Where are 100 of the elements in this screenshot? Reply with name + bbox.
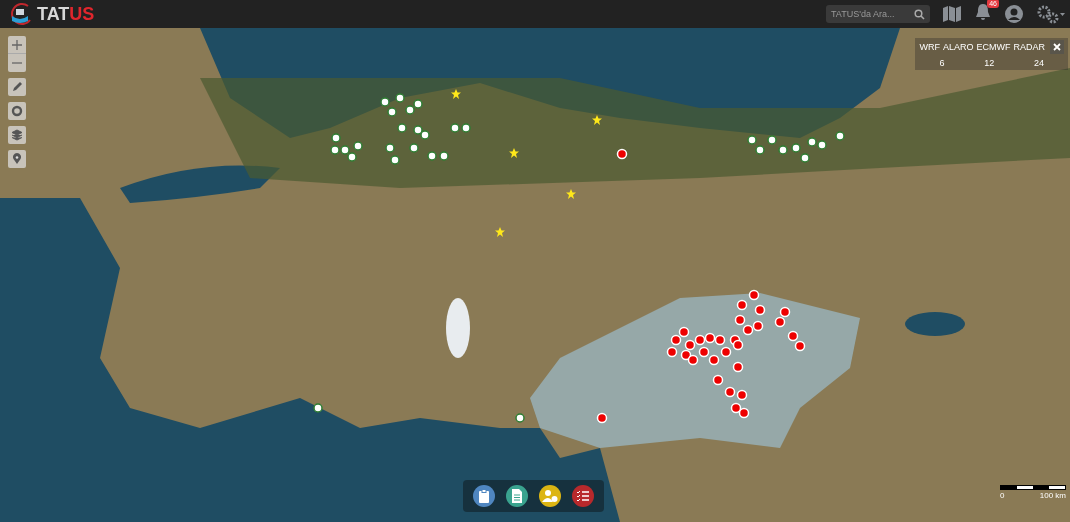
checklist-button[interactable] xyxy=(572,485,594,507)
star-marker[interactable] xyxy=(451,89,461,99)
layers-icon xyxy=(11,129,23,141)
station-marker[interactable] xyxy=(313,403,323,413)
user-button[interactable] xyxy=(539,485,561,507)
alert-marker[interactable] xyxy=(742,324,754,336)
user-icon xyxy=(542,489,558,503)
model-tab[interactable]: ECMWF xyxy=(976,42,1011,52)
alert-marker[interactable] xyxy=(732,361,744,373)
location-pin-button[interactable] xyxy=(8,150,26,168)
star-marker[interactable] xyxy=(566,189,576,199)
alert-marker[interactable] xyxy=(736,389,748,401)
close-icon xyxy=(1053,43,1061,51)
target-button[interactable] xyxy=(8,102,26,120)
map-view[interactable]: WRF ALARO ECMWF RADAR 6 12 24 0 100 km xyxy=(0,28,1070,522)
star-marker[interactable] xyxy=(495,227,505,237)
station-marker[interactable] xyxy=(395,93,405,103)
alert-marker[interactable] xyxy=(670,334,682,346)
station-marker[interactable] xyxy=(427,151,437,161)
station-marker[interactable] xyxy=(767,135,777,145)
plus-icon xyxy=(11,38,23,51)
station-marker[interactable] xyxy=(439,151,449,161)
station-marker[interactable] xyxy=(515,413,525,423)
station-marker[interactable] xyxy=(450,123,460,133)
alert-marker[interactable] xyxy=(684,339,696,351)
alert-marker[interactable] xyxy=(779,306,791,318)
model-tab[interactable]: RADAR xyxy=(1013,42,1045,52)
station-marker[interactable] xyxy=(755,145,765,155)
settings-icon[interactable] xyxy=(1036,4,1066,24)
station-marker[interactable] xyxy=(791,143,801,153)
alert-marker[interactable] xyxy=(712,374,724,386)
map-icon[interactable] xyxy=(942,5,962,23)
alert-marker[interactable] xyxy=(748,289,760,301)
model-tab[interactable]: ALARO xyxy=(942,42,974,52)
station-marker[interactable] xyxy=(778,145,788,155)
alert-marker[interactable] xyxy=(666,346,678,358)
station-marker[interactable] xyxy=(330,145,340,155)
alert-marker[interactable] xyxy=(680,349,692,361)
document-button[interactable] xyxy=(506,485,528,507)
station-marker[interactable] xyxy=(331,133,341,143)
hour-step[interactable]: 24 xyxy=(1034,58,1045,68)
alert-marker[interactable] xyxy=(698,346,710,358)
checklist-icon xyxy=(576,490,590,502)
alert-marker[interactable] xyxy=(774,316,786,328)
station-marker[interactable] xyxy=(409,143,419,153)
station-marker[interactable] xyxy=(347,152,357,162)
station-marker[interactable] xyxy=(835,131,845,141)
star-marker[interactable] xyxy=(509,148,519,158)
layers-button[interactable] xyxy=(8,126,26,144)
alert-marker[interactable] xyxy=(724,386,736,398)
star-marker[interactable] xyxy=(592,115,602,125)
pencil-button[interactable] xyxy=(8,78,26,96)
station-marker[interactable] xyxy=(807,137,817,147)
search-icon xyxy=(914,9,925,20)
station-marker[interactable] xyxy=(405,105,415,115)
alert-marker[interactable] xyxy=(678,326,690,338)
user-avatar-icon[interactable] xyxy=(1004,4,1024,24)
alert-marker[interactable] xyxy=(794,340,806,352)
hour-step[interactable]: 12 xyxy=(984,58,995,68)
station-marker[interactable] xyxy=(800,153,810,163)
station-marker[interactable] xyxy=(380,97,390,107)
alert-marker[interactable] xyxy=(596,412,608,424)
ring-icon xyxy=(11,105,23,117)
clipboard-icon xyxy=(478,489,490,503)
station-marker[interactable] xyxy=(413,125,423,135)
station-marker[interactable] xyxy=(413,99,423,109)
alert-marker[interactable] xyxy=(736,299,748,311)
report-button[interactable] xyxy=(473,485,495,507)
search-field[interactable]: TATUS'da Ara... xyxy=(826,5,930,23)
station-marker[interactable] xyxy=(340,145,350,155)
station-marker[interactable] xyxy=(747,135,757,145)
alert-marker[interactable] xyxy=(787,330,799,342)
alert-marker[interactable] xyxy=(730,402,742,414)
alert-marker[interactable] xyxy=(687,354,699,366)
alert-marker[interactable] xyxy=(720,346,732,358)
station-marker[interactable] xyxy=(397,123,407,133)
alert-marker[interactable] xyxy=(708,354,720,366)
alert-marker[interactable] xyxy=(738,407,750,419)
pencil-icon xyxy=(11,81,23,93)
alert-marker[interactable] xyxy=(732,339,744,351)
station-marker[interactable] xyxy=(387,107,397,117)
station-marker[interactable] xyxy=(385,143,395,153)
model-tab[interactable]: WRF xyxy=(919,42,940,52)
station-marker[interactable] xyxy=(353,141,363,151)
close-button[interactable] xyxy=(1050,40,1064,54)
station-marker[interactable] xyxy=(461,123,471,133)
alert-marker[interactable] xyxy=(752,320,764,332)
alert-marker[interactable] xyxy=(714,334,726,346)
alert-marker[interactable] xyxy=(616,148,628,160)
station-marker[interactable] xyxy=(817,140,827,150)
scale-bar xyxy=(1000,485,1066,490)
alert-marker[interactable] xyxy=(704,332,716,344)
alert-marker[interactable] xyxy=(694,334,706,346)
location-pin-icon xyxy=(11,153,23,165)
scale-label: 100 km xyxy=(1039,491,1066,500)
station-marker[interactable] xyxy=(390,155,400,165)
alert-marker[interactable] xyxy=(734,314,746,326)
alert-marker[interactable] xyxy=(754,304,766,316)
hour-step[interactable]: 6 xyxy=(939,58,945,68)
station-marker[interactable] xyxy=(420,130,430,140)
